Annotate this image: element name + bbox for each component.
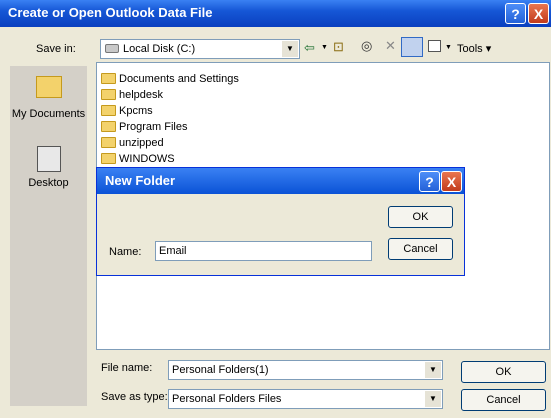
list-item-label: WINDOWS xyxy=(119,153,175,165)
save-dialog-window: Create or Open Outlook Data File ? X Sav… xyxy=(0,0,551,418)
save-in-label: Save in: xyxy=(36,43,76,55)
window-title: Create or Open Outlook Data File xyxy=(8,5,213,20)
title-bar[interactable]: Create or Open Outlook Data File ? X xyxy=(0,0,551,27)
views-icon[interactable] xyxy=(428,40,441,52)
chevron-down-icon[interactable]: ▼ xyxy=(425,362,441,378)
save-as-type-value: Personal Folders Files xyxy=(172,393,282,405)
save-in-dropdown[interactable]: Local Disk (C:) ▼ xyxy=(100,39,300,59)
chevron-down-icon[interactable]: ▼ xyxy=(282,41,298,57)
drive-icon xyxy=(105,44,119,53)
place-label: My Documents xyxy=(11,108,86,120)
list-item-label: Kpcms xyxy=(119,105,153,117)
list-item[interactable]: Documents and Settings xyxy=(101,71,239,87)
folder-name-value: Email xyxy=(159,245,187,257)
folder-name-input[interactable]: Email xyxy=(155,241,372,261)
save-as-type-dropdown[interactable]: Personal Folders Files ▼ xyxy=(168,389,443,409)
place-desktop[interactable]: Desktop xyxy=(10,146,87,189)
chevron-down-icon[interactable]: ▼ xyxy=(425,391,441,407)
cancel-button[interactable]: Cancel xyxy=(461,389,546,411)
back-dropdown-icon[interactable]: ▼ xyxy=(321,44,328,51)
delete-icon[interactable]: ✕ xyxy=(385,38,396,54)
close-button[interactable]: X xyxy=(528,3,549,24)
place-label: Desktop xyxy=(28,177,69,189)
back-icon[interactable]: ⇦ xyxy=(304,40,315,56)
views-dropdown-icon[interactable]: ▼ xyxy=(445,44,452,51)
up-folder-icon[interactable]: ⊡ xyxy=(333,39,344,55)
list-item-label: helpdesk xyxy=(119,89,164,101)
list-item[interactable]: unzipped xyxy=(101,135,164,151)
name-label: Name: xyxy=(109,246,142,258)
ok-button[interactable]: OK xyxy=(461,361,546,383)
list-item[interactable]: Program Files xyxy=(101,119,187,135)
place-my-documents[interactable]: My Documents xyxy=(10,76,87,120)
new-folder-icon[interactable] xyxy=(401,37,423,57)
folder-icon xyxy=(101,137,116,148)
tools-menu[interactable]: Tools ▾ xyxy=(457,42,491,55)
new-folder-cancel-button[interactable]: Cancel xyxy=(388,238,453,260)
save-in-value: Local Disk (C:) xyxy=(123,43,196,55)
folder-icon xyxy=(101,73,116,84)
tools-label: Tools xyxy=(457,43,483,55)
new-folder-dialog: New Folder ? X OK Cancel Name: Email xyxy=(96,167,465,276)
file-name-input[interactable]: Personal Folders(1) ▼ xyxy=(168,360,443,380)
search-web-icon[interactable]: ◎ xyxy=(361,38,372,54)
folder-icon xyxy=(101,89,116,100)
folder-icon xyxy=(101,105,116,116)
list-item-label: Program Files xyxy=(119,121,188,133)
list-item[interactable]: WINDOWS xyxy=(101,151,175,167)
list-item[interactable]: helpdesk xyxy=(101,87,163,103)
folder-icon xyxy=(101,121,116,132)
new-folder-ok-button[interactable]: OK xyxy=(388,206,453,228)
places-bar: My Documents Desktop xyxy=(10,66,87,406)
new-folder-title: New Folder xyxy=(105,173,176,188)
new-folder-close-button[interactable]: X xyxy=(441,171,462,192)
desktop-icon xyxy=(36,146,61,172)
save-as-type-label: Save as type: xyxy=(101,391,168,403)
new-folder-help-button[interactable]: ? xyxy=(419,171,440,192)
folder-icon xyxy=(101,153,116,164)
list-item[interactable]: Kpcms xyxy=(101,103,153,119)
file-name-value: Personal Folders(1) xyxy=(172,364,269,376)
list-item-label: Documents and Settings xyxy=(119,73,239,85)
list-item-label: unzipped xyxy=(119,137,164,149)
help-button[interactable]: ? xyxy=(505,3,526,24)
my-documents-icon xyxy=(35,76,62,98)
new-folder-title-bar[interactable]: New Folder ? X xyxy=(97,168,464,194)
file-name-label: File name: xyxy=(101,362,153,374)
